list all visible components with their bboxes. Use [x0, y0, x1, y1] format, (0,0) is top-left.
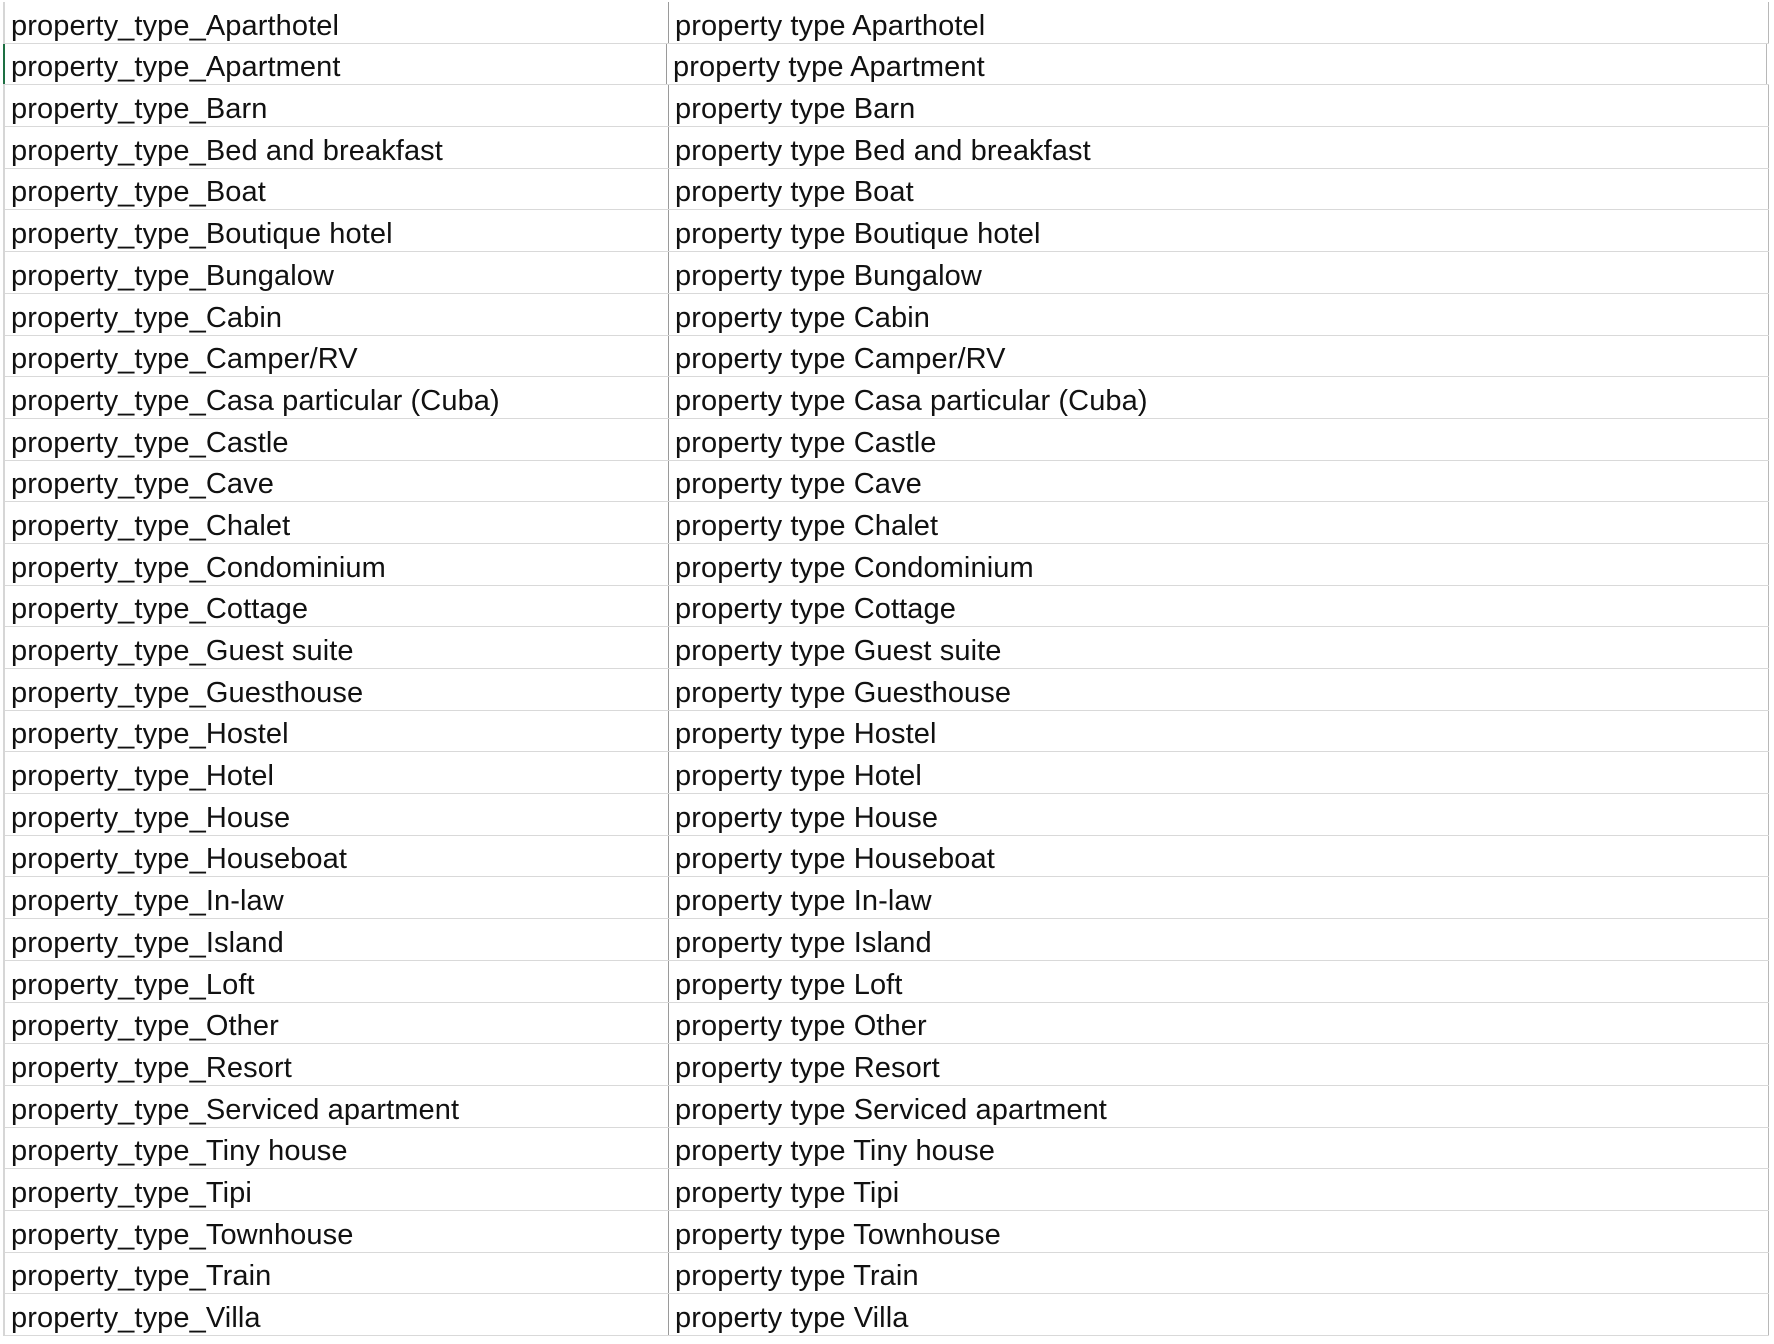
cell-column-b[interactable]: property type Chalet	[669, 502, 1769, 543]
table-row: property_type_Townhouse property type Tow…	[5, 1210, 1769, 1253]
cell-column-b[interactable]: property type Bed and breakfast	[669, 127, 1769, 168]
table-row: property_type_Island property type Island	[5, 919, 1769, 961]
cell-column-b[interactable]: property type Other	[669, 1002, 1769, 1044]
cell-column-a[interactable]: property_type_Bungalow	[5, 252, 669, 293]
cell-column-b[interactable]: property type Casa particular (Cuba)	[669, 377, 1769, 418]
table-row: property_type_Casa particular (Cuba) prop…	[5, 377, 1769, 419]
cell-column-a[interactable]: property_type_Condominium	[5, 543, 669, 585]
table-row: property_type_Guesthouse property type Gu…	[5, 669, 1769, 711]
cell-column-a[interactable]: property_type_Tiny house	[5, 1127, 669, 1169]
table-row: property_type_Aparthotel property type Ap…	[5, 2, 1769, 44]
cell-column-b[interactable]: property type In-law	[669, 877, 1769, 919]
table-row: property_type_House property type House	[5, 794, 1769, 836]
table-row: property_type_Hotel property type Hotel	[5, 752, 1769, 795]
cell-column-a[interactable]: property_type_Chalet	[5, 502, 669, 543]
table-row: property_type_Tipi property type Tipi	[5, 1169, 1769, 1211]
cell-column-b[interactable]: property type Resort	[669, 1044, 1769, 1085]
cell-column-a[interactable]: property_type_Barn	[5, 85, 669, 127]
table-row: property_type_Chalet property type Chalet	[5, 502, 1769, 544]
cell-column-a[interactable]: property_type_Hostel	[5, 710, 669, 752]
cell-column-b[interactable]: property type Condominium	[669, 543, 1769, 585]
table-row: property_type_Serviced apartment property…	[5, 1085, 1769, 1128]
cell-column-a[interactable]: property_type_Villa	[5, 1294, 669, 1335]
cell-column-a[interactable]: property_type_Island	[5, 919, 669, 960]
cell-column-b[interactable]: property type Hotel	[669, 752, 1769, 794]
cell-column-b[interactable]: property type Barn	[669, 85, 1769, 127]
cell-column-a[interactable]: property_type_Cottage	[5, 585, 669, 627]
cell-column-b[interactable]: property type Tiny house	[669, 1127, 1769, 1169]
table-row: property_type_Castle property type Castle	[5, 418, 1769, 461]
cell-column-b[interactable]: property type Camper/RV	[669, 335, 1769, 377]
cell-column-b[interactable]: property type Tipi	[669, 1169, 1769, 1210]
cell-column-b[interactable]: property type Island	[669, 919, 1769, 960]
cell-column-b[interactable]: property type House	[669, 794, 1769, 835]
cell-column-a[interactable]: property_type_Serviced apartment	[5, 1085, 669, 1127]
cell-column-a[interactable]: property_type_Cabin	[5, 293, 669, 335]
cell-column-b[interactable]: property type Guest suite	[669, 627, 1769, 668]
cell-column-a[interactable]: property_type_Resort	[5, 1044, 669, 1085]
cell-column-a[interactable]: property_type_Loft	[5, 960, 669, 1002]
table-row: property_type_Apartment property type Apa…	[3, 43, 1769, 86]
cell-column-b[interactable]: property type Guesthouse	[669, 669, 1769, 710]
cell-column-b[interactable]: property type Aparthotel	[669, 2, 1769, 43]
table-row: property_type_Condominium property type C…	[5, 543, 1769, 586]
cell-column-a[interactable]: property_type_Other	[5, 1002, 669, 1044]
table-row: property_type_Train property type Train	[5, 1252, 1769, 1295]
table-row: property_type_Guest suite property type G…	[5, 627, 1769, 669]
table-row: property_type_Cave property type Cave	[5, 460, 1769, 503]
cell-column-b[interactable]: property type Villa	[669, 1294, 1769, 1335]
table-row: property_type_Villa property type Villa	[5, 1294, 1769, 1336]
table-row: property_type_Camper/RV property type Cam…	[5, 335, 1769, 378]
cell-column-a[interactable]: property_type_Aparthotel	[5, 2, 669, 43]
cell-column-a[interactable]: property_type_Boat	[5, 168, 669, 210]
table-row: property_type_Hostel property type Hostel	[5, 710, 1769, 753]
cell-column-a[interactable]: property_type_Townhouse	[5, 1210, 669, 1252]
cell-column-a[interactable]: property_type_Train	[5, 1252, 669, 1294]
table-row: property_type_Boutique hotel property typ…	[5, 210, 1769, 253]
cell-column-b[interactable]: property type Boutique hotel	[669, 210, 1769, 252]
cell-column-a[interactable]: property_type_Hotel	[5, 752, 669, 794]
cell-column-a[interactable]: property_type_House	[5, 794, 669, 835]
cell-column-a[interactable]: property_type_Guesthouse	[5, 669, 669, 710]
cell-column-a[interactable]: property_type_Boutique hotel	[5, 210, 669, 252]
cell-column-b[interactable]: property type Hostel	[669, 710, 1769, 752]
cell-column-a[interactable]: property_type_Tipi	[5, 1169, 669, 1210]
cell-column-b[interactable]: property type Boat	[669, 168, 1769, 210]
cell-column-b[interactable]: property type Bungalow	[669, 252, 1769, 293]
cell-column-a[interactable]: property_type_In-law	[5, 877, 669, 919]
table-row: property_type_Boat property type Boat	[5, 168, 1769, 211]
cell-column-b[interactable]: property type Cottage	[669, 585, 1769, 627]
table-row: property_type_Loft property type Loft	[5, 960, 1769, 1003]
cell-column-a[interactable]: property_type_Camper/RV	[5, 335, 669, 377]
cell-column-a[interactable]: property_type_Bed and breakfast	[5, 127, 669, 168]
table-row: property_type_In-law property type In-law	[5, 877, 1769, 920]
table-row: property_type_Houseboat property type Hou…	[5, 835, 1769, 878]
table-row: property_type_Resort property type Resort	[5, 1044, 1769, 1086]
cell-column-a[interactable]: property_type_Casa particular (Cuba)	[5, 377, 669, 418]
spreadsheet: property_type_Aparthotel property type Ap…	[0, 0, 1774, 1344]
cell-column-a[interactable]: property_type_Houseboat	[5, 835, 669, 877]
cell-column-b[interactable]: property type Apartment	[667, 43, 1767, 85]
cell-column-b[interactable]: property type Cave	[669, 460, 1769, 502]
cell-column-b[interactable]: property type Serviced apartment	[669, 1085, 1769, 1127]
cell-column-a[interactable]: property_type_Guest suite	[5, 627, 669, 668]
table-row: property_type_Barn property type Barn	[5, 85, 1769, 128]
cell-column-a[interactable]: property_type_Castle	[5, 418, 669, 460]
table-row: property_type_Cottage property type Cotta…	[5, 585, 1769, 628]
cell-column-a[interactable]: property_type_Cave	[5, 460, 669, 502]
cell-column-b[interactable]: property type Train	[669, 1252, 1769, 1294]
cell-column-b[interactable]: property type Loft	[669, 960, 1769, 1002]
cell-column-b[interactable]: property type Cabin	[669, 293, 1769, 335]
cell-column-a[interactable]: property_type_Apartment	[3, 43, 667, 85]
cell-column-b[interactable]: property type Houseboat	[669, 835, 1769, 877]
table-row: property_type_Bed and breakfast property …	[5, 127, 1769, 169]
table-row: property_type_Tiny house property type Ti…	[5, 1127, 1769, 1170]
cell-column-b[interactable]: property type Castle	[669, 418, 1769, 460]
table-row: property_type_Bungalow property type Bung…	[5, 252, 1769, 294]
table-row: property_type_Cabin property type Cabin	[5, 293, 1769, 336]
cell-grid: property_type_Aparthotel property type Ap…	[3, 2, 1769, 1336]
table-row: property_type_Other property type Other	[5, 1002, 1769, 1045]
cell-column-b[interactable]: property type Townhouse	[669, 1210, 1769, 1252]
